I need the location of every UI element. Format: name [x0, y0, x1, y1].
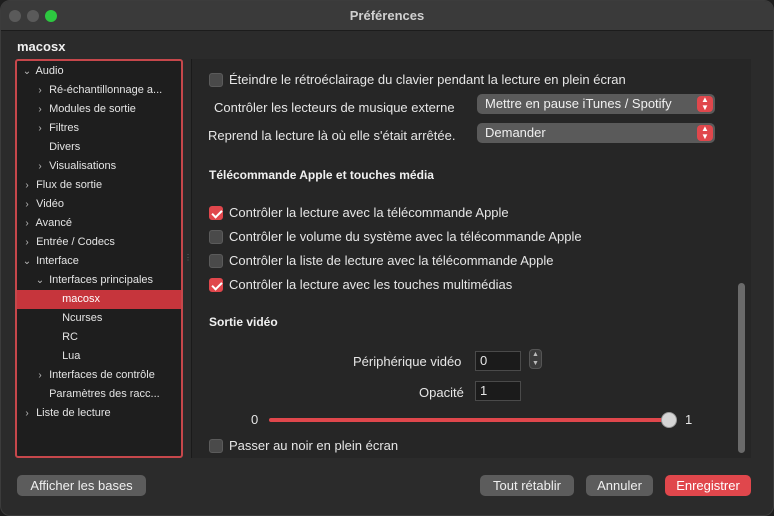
opacity-slider-knob[interactable]: [661, 412, 677, 428]
tree-item-label: Interfaces principales: [49, 274, 154, 286]
music-control-select[interactable]: Mettre en pause iTunes / Spotify ▲ ▼: [477, 94, 715, 114]
remote-volume-checkbox[interactable]: [209, 230, 223, 244]
resume-label: Reprend la lecture là où elle s'était ar…: [208, 128, 456, 143]
remote-playback-checkbox[interactable]: [209, 206, 223, 220]
tree-item-label: Filtres: [49, 122, 80, 134]
tree-item-macosx[interactable]: macosx: [17, 290, 181, 309]
tree-item-label: Interface: [36, 255, 79, 267]
tree-item-control-interfaces[interactable]: › Interfaces de contrôle: [17, 366, 181, 385]
title-bar: Préférences: [1, 1, 773, 31]
music-control-label: Contrôler les lecteurs de musique extern…: [214, 100, 455, 115]
tree-item-label: Ncurses: [62, 312, 103, 324]
device-stepper[interactable]: ▲ ▼: [529, 349, 542, 369]
device-label: Périphérique vidéo: [353, 354, 462, 369]
tree-item-interface[interactable]: ⌄ Interface: [17, 252, 181, 271]
tree-item-video[interactable]: › Vidéo: [17, 195, 181, 214]
device-input[interactable]: 0: [475, 351, 521, 371]
opacity-label: Opacité: [419, 385, 464, 400]
section-title: macosx: [17, 39, 66, 54]
tree-item-input-codecs[interactable]: › Entrée / Codecs: [17, 233, 181, 252]
tree-item-label: macosx: [62, 293, 100, 305]
tree-item-audio[interactable]: ⌄ Audio: [17, 62, 181, 81]
blackout-label: Passer au noir en plein écran: [229, 438, 399, 453]
chevron-right-icon[interactable]: ›: [34, 100, 46, 119]
chevron-right-icon[interactable]: ›: [21, 404, 33, 423]
tree-item-rc[interactable]: RC: [17, 328, 181, 347]
backlight-label: Éteindre le rétroéclairage du clavier pe…: [229, 72, 626, 87]
settings-scrollbar[interactable]: [738, 283, 745, 453]
chevron-down-icon[interactable]: ⌄: [34, 271, 46, 290]
remote-playback-label: Contrôler la lecture avec la télécommand…: [229, 205, 509, 220]
chevron-right-icon[interactable]: ›: [34, 157, 46, 176]
tree-item-lua[interactable]: Lua: [17, 347, 181, 366]
remote-volume-label: Contrôler le volume du système avec la t…: [229, 229, 582, 244]
tree-item-label: Entrée / Codecs: [36, 236, 115, 248]
tree-item-label: Flux de sortie: [36, 179, 103, 191]
chevron-right-icon[interactable]: ›: [21, 176, 33, 195]
save-button[interactable]: Enregistrer: [665, 475, 751, 496]
select-stepper-icon: ▲ ▼: [697, 96, 713, 112]
tree-item-hotkeys[interactable]: Paramètres des racc...: [17, 385, 181, 404]
splitter-handle[interactable]: ⋮: [184, 253, 192, 262]
tree-item-advanced[interactable]: › Avancé: [17, 214, 181, 233]
tree-item-ncurses[interactable]: Ncurses: [17, 309, 181, 328]
music-control-value: Mettre en pause iTunes / Spotify: [485, 96, 672, 111]
reset-all-button[interactable]: Tout rétablir: [480, 475, 574, 496]
tree-item-stream-output[interactable]: › Flux de sortie: [17, 176, 181, 195]
chevron-right-icon[interactable]: ›: [34, 366, 46, 385]
tree-item-label: Ré-échantillonnage a...: [49, 84, 163, 96]
tree-item-output-modules[interactable]: › Modules de sortie: [17, 100, 181, 119]
tree-item-label: Interfaces de contrôle: [49, 369, 155, 381]
tree-item-label: Visualisations: [49, 160, 117, 172]
select-stepper-icon: ▲ ▼: [697, 125, 713, 141]
opacity-input[interactable]: 1: [475, 381, 521, 401]
blackout-checkbox[interactable]: [209, 439, 223, 453]
chevron-right-icon[interactable]: ›: [34, 119, 46, 138]
opacity-slider-track[interactable]: [269, 418, 669, 422]
backlight-checkbox[interactable]: [209, 73, 223, 87]
tree-item-label: RC: [62, 331, 78, 343]
show-basic-button[interactable]: Afficher les bases: [17, 475, 146, 496]
tree-item-visualisations[interactable]: › Visualisations: [17, 157, 181, 176]
resume-select[interactable]: Demander ▲ ▼: [477, 123, 715, 143]
preferences-window: Préférences macosx ⌄ Audio › Ré-échantil…: [0, 0, 774, 516]
chevron-right-icon[interactable]: ›: [21, 233, 33, 252]
remote-playlist-checkbox[interactable]: [209, 254, 223, 268]
tree-item-label: Audio: [35, 65, 64, 77]
tree-item-label: Vidéo: [36, 198, 64, 210]
tree-item-main-interfaces[interactable]: ⌄ Interfaces principales: [17, 271, 181, 290]
chevron-down-icon[interactable]: ⌄: [21, 252, 33, 271]
tree-item-label: Modules de sortie: [49, 103, 136, 115]
tree-item-label: Divers: [49, 141, 81, 153]
chevron-right-icon[interactable]: ›: [21, 195, 33, 214]
window-title: Préférences: [349, 8, 425, 23]
video-heading: Sortie vidéo: [209, 315, 278, 329]
tree-item-filters[interactable]: › Filtres: [17, 119, 181, 138]
chevron-down-icon[interactable]: ⌄: [21, 62, 33, 81]
slider-min-label: 0: [251, 412, 259, 427]
tree-item-label: Avancé: [35, 217, 72, 229]
chevron-right-icon[interactable]: ›: [34, 81, 46, 100]
tree-item-label: Lua: [62, 350, 81, 362]
tree-item-playlist[interactable]: › Liste de lecture: [17, 404, 181, 423]
tree-item-label: Liste de lecture: [36, 407, 111, 419]
tree-item-resampling[interactable]: › Ré-échantillonnage a...: [17, 81, 181, 100]
preferences-tree: ⌄ Audio › Ré-échantillonnage a... › Modu…: [15, 59, 183, 458]
media-keys-checkbox[interactable]: [209, 278, 223, 292]
resume-value: Demander: [485, 125, 546, 140]
remote-heading: Télécommande Apple et touches média: [209, 168, 434, 182]
media-keys-label: Contrôler la lecture avec les touches mu…: [229, 277, 513, 292]
remote-playlist-label: Contrôler la liste de lecture avec la té…: [229, 253, 554, 268]
cancel-button[interactable]: Annuler: [586, 475, 653, 496]
tree-item-label: Paramètres des racc...: [49, 388, 160, 400]
chevron-right-icon[interactable]: ›: [21, 214, 33, 233]
slider-max-label: 1: [685, 412, 693, 427]
tree-item-misc[interactable]: Divers: [17, 138, 181, 157]
